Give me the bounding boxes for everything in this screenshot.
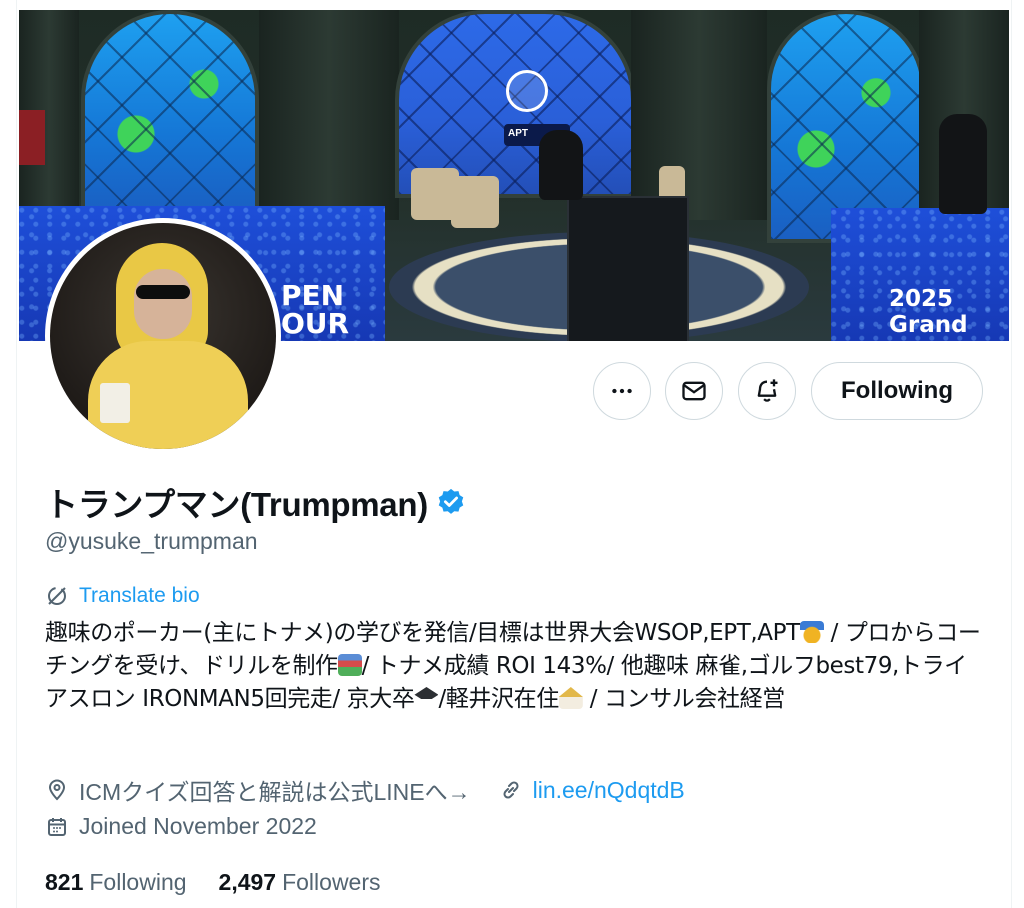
medal-emoji-icon	[799, 621, 824, 643]
bio-text: / コンサル会社経営	[582, 686, 785, 712]
house-emoji-icon	[558, 687, 583, 709]
books-emoji-icon	[337, 654, 362, 676]
banner-stained-window-left	[81, 10, 259, 218]
followers-label: Followers	[282, 869, 381, 895]
envelope-icon	[682, 381, 706, 401]
location-pin-icon	[48, 779, 66, 801]
followers-stat-link[interactable]: 2,497 Followers	[219, 869, 381, 896]
joined-text: Joined November 2022	[79, 813, 317, 839]
banner-podium	[567, 196, 689, 341]
location-text: ICMクイズ回答と解説は公式LINEへ→	[79, 779, 471, 805]
banner-staff-figure	[939, 114, 987, 214]
website-link[interactable]: lin.ee/nQdqtdB	[533, 777, 685, 804]
top-strip	[17, 0, 1011, 10]
profile-joined-row: Joined November 2022	[45, 813, 345, 840]
bio-text: /軽井沢在住	[438, 686, 559, 712]
translate-icon	[48, 587, 66, 605]
banner-dealer-figure	[539, 130, 583, 200]
following-count: 821	[45, 869, 84, 895]
avatar-face	[134, 269, 192, 339]
calendar-icon	[48, 817, 66, 836]
more-options-button[interactable]	[593, 362, 651, 420]
message-button[interactable]	[665, 362, 723, 420]
location-item: ICMクイズ回答と解説は公式LINEへ→	[45, 773, 471, 807]
more-horizontal-icon	[612, 388, 632, 394]
following-label: Following	[89, 869, 187, 895]
following-button[interactable]: Following	[811, 362, 983, 420]
banner-wall-text: PEN OUR	[281, 279, 350, 340]
notifications-button[interactable]	[738, 362, 796, 420]
avatar-sunglasses	[136, 285, 190, 299]
profile-avatar[interactable]	[45, 218, 281, 454]
translate-bio-label: Translate bio	[79, 584, 200, 607]
banner-logo-icon	[506, 70, 548, 112]
website-item[interactable]: lin.ee/nQdqtdB	[499, 777, 685, 804]
profile-page: PEN OUR 2025 Grand Following	[16, 0, 1012, 908]
banner-chair	[451, 176, 499, 228]
bell-plus-icon	[757, 379, 778, 402]
banner-pillar	[631, 10, 767, 220]
followers-count: 2,497	[218, 869, 277, 895]
profile-handle: @yusuke_trumpman	[45, 528, 258, 554]
avatar-cup	[100, 383, 130, 423]
graduation-cap-emoji-icon	[414, 687, 439, 703]
verified-badge-icon[interactable]	[436, 487, 466, 517]
link-icon	[503, 781, 519, 799]
profile-bio: 趣味のポーカー(主にトナメ)の学びを発信/目標は世界大会WSOP,EPT,APT…	[45, 617, 985, 716]
avatar-photo	[50, 223, 276, 449]
following-stat-link[interactable]: 821 Following	[45, 869, 187, 896]
display-name: トランプマン(Trumpman)	[45, 486, 428, 523]
follow-stats: 821 Following 2,497 Followers	[45, 869, 413, 896]
banner-wall-text-right: 2025 Grand	[889, 286, 968, 338]
joined-item: Joined November 2022	[45, 813, 317, 840]
banner-side-screen	[19, 110, 45, 165]
profile-meta-row: ICMクイズ回答と解説は公式LINEへ→ lin.ee/nQdqtdB	[45, 773, 713, 807]
bio-text: 趣味のポーカー(主にトナメ)の学びを発信/目標は世界大会WSOP,EPT,APT	[45, 620, 800, 646]
profile-name-row: トランプマン(Trumpman)	[45, 478, 466, 526]
translate-bio-link[interactable]: Translate bio	[45, 584, 200, 608]
banner-pillar	[259, 10, 399, 220]
